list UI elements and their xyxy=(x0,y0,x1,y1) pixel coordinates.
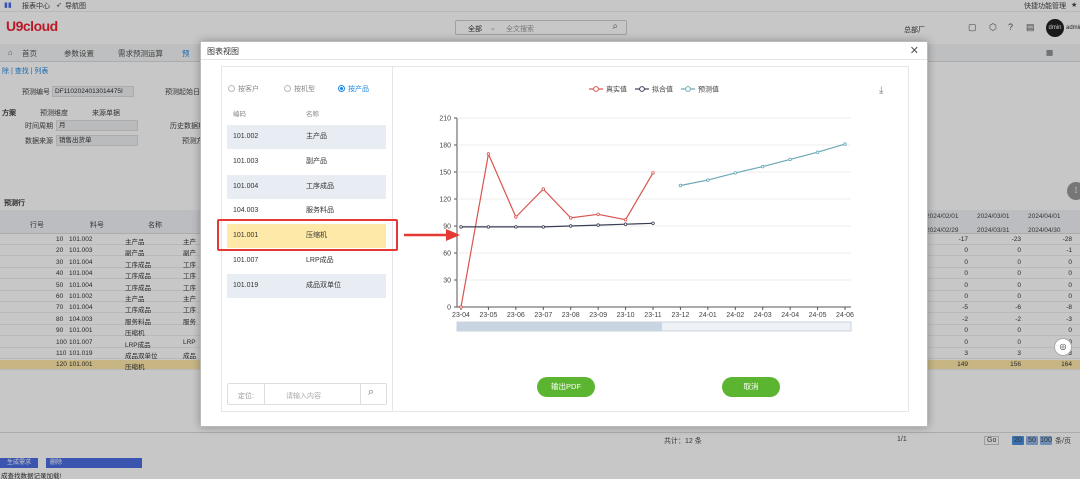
legend-label: 真实值 xyxy=(606,85,627,94)
radio-by-product[interactable]: 按产品 xyxy=(338,84,369,94)
x-tick-label: 23-08 xyxy=(562,312,580,319)
legend-marker xyxy=(639,86,645,92)
legend-marker xyxy=(593,86,599,92)
locate-box: 定位: 请输入内容 ⌕ xyxy=(227,383,387,405)
forecast-chart: 030609012015018021023-04 23-05 23-06 23-07 2… xyxy=(439,85,854,332)
more-icon[interactable]: ⁞ xyxy=(1067,182,1080,200)
item-code: 101.019 xyxy=(233,281,259,289)
col-code: 编码 xyxy=(233,111,246,118)
list-item[interactable]: 101.002 主产品 xyxy=(227,125,386,149)
list-item[interactable]: 101.019 成品双单位 xyxy=(227,273,386,298)
x-tick-label: 23-09 xyxy=(589,312,607,319)
x-tick-label: 23-11 xyxy=(644,312,661,319)
legend-label: 拟合值 xyxy=(652,85,673,94)
data-point xyxy=(514,215,518,219)
zoom-slider-range xyxy=(457,322,662,331)
radio-by-model[interactable]: 按机型 xyxy=(284,84,315,94)
item-name: 主产品 xyxy=(306,133,327,140)
pointer-arrow xyxy=(404,229,460,241)
x-tick-label: 24-05 xyxy=(809,312,827,319)
data-point xyxy=(459,305,463,309)
data-point xyxy=(761,164,765,169)
data-point xyxy=(815,150,820,154)
item-code: 101.004 xyxy=(233,182,259,190)
x-tick-label: 24-04 xyxy=(781,312,799,319)
col-name: 名称 xyxy=(306,111,319,118)
item-name: 副产品 xyxy=(306,157,327,165)
item-name: LRP成品 xyxy=(306,257,334,264)
list-item[interactable]: 101.003 副产品 xyxy=(227,149,386,174)
x-tick-label: 24-03 xyxy=(754,312,772,319)
x-tick-label: 23-12 xyxy=(671,312,689,319)
data-point xyxy=(623,222,628,226)
y-tick-label: 60 xyxy=(443,251,451,258)
x-tick-label: 24-06 xyxy=(836,312,854,319)
x-tick-label: 23-05 xyxy=(479,312,497,319)
item-code: 101.007 xyxy=(233,257,259,264)
data-point xyxy=(623,217,628,222)
data-point xyxy=(569,224,573,228)
item-code: 101.003 xyxy=(233,157,259,165)
y-tick-label: 120 xyxy=(439,197,451,204)
y-tick-label: 30 xyxy=(443,278,451,285)
download-icon[interactable]: ⤓ xyxy=(879,85,883,96)
data-point xyxy=(788,157,792,162)
locate-divider-2 xyxy=(360,384,361,404)
locate-label: 定位: xyxy=(238,393,254,400)
x-tick-label: 23-10 xyxy=(617,312,635,319)
item-name: 工序成品 xyxy=(306,182,334,190)
chart-panel: 0 30 60 90 120 150 180 210 23-04 23-05 23-06 23-07 2… xyxy=(393,66,909,412)
x-tick-label: 24-02 xyxy=(726,312,744,319)
y-tick-label: 150 xyxy=(439,170,451,177)
x-tick-label: 23-07 xyxy=(534,312,552,319)
data-point xyxy=(514,225,518,229)
y-tick-label: 0 xyxy=(447,305,451,312)
x-tick-label: 23-06 xyxy=(507,312,525,319)
radio-by-customer[interactable]: 按客户 xyxy=(228,84,259,94)
locate-divider xyxy=(264,384,265,404)
data-point xyxy=(486,225,491,229)
data-point xyxy=(541,187,545,191)
close-icon[interactable]: ✕ xyxy=(910,44,919,57)
legend-label: 预测值 xyxy=(698,85,719,94)
data-point xyxy=(733,171,737,175)
y-tick-label: 210 xyxy=(439,116,451,123)
list-item[interactable]: 101.007 LRP成品 xyxy=(227,249,386,273)
legend-marker xyxy=(685,86,691,92)
data-point xyxy=(596,223,600,227)
data-point xyxy=(651,221,655,225)
item-name: 成品双单位 xyxy=(306,281,341,289)
series-line xyxy=(460,151,654,308)
data-point xyxy=(843,142,847,146)
chat-icon[interactable]: ◎ xyxy=(1054,338,1072,356)
x-tick-label: 24-01 xyxy=(699,312,717,319)
data-point xyxy=(596,212,600,216)
locate-input[interactable]: 请输入内容 xyxy=(286,391,321,401)
x-tick-label: 23-04 xyxy=(452,312,470,319)
series-line xyxy=(680,143,846,187)
data-point xyxy=(541,225,545,229)
list-item[interactable]: 101.004 工序成品 xyxy=(227,174,386,199)
data-point xyxy=(651,171,655,175)
highlight-box xyxy=(217,219,398,251)
data-point xyxy=(678,183,683,188)
cancel-button[interactable]: 取消 xyxy=(722,377,780,397)
dialog-title: 图表视图 xyxy=(207,47,239,56)
export-pdf-button[interactable]: 输出PDF xyxy=(537,377,595,397)
data-point xyxy=(486,152,491,156)
title-divider xyxy=(201,59,927,60)
data-point xyxy=(706,178,710,182)
y-tick-label: 180 xyxy=(439,143,451,150)
search-icon[interactable]: ⌕ xyxy=(368,386,374,399)
item-code: 101.002 xyxy=(233,133,259,140)
data-point xyxy=(569,216,573,220)
